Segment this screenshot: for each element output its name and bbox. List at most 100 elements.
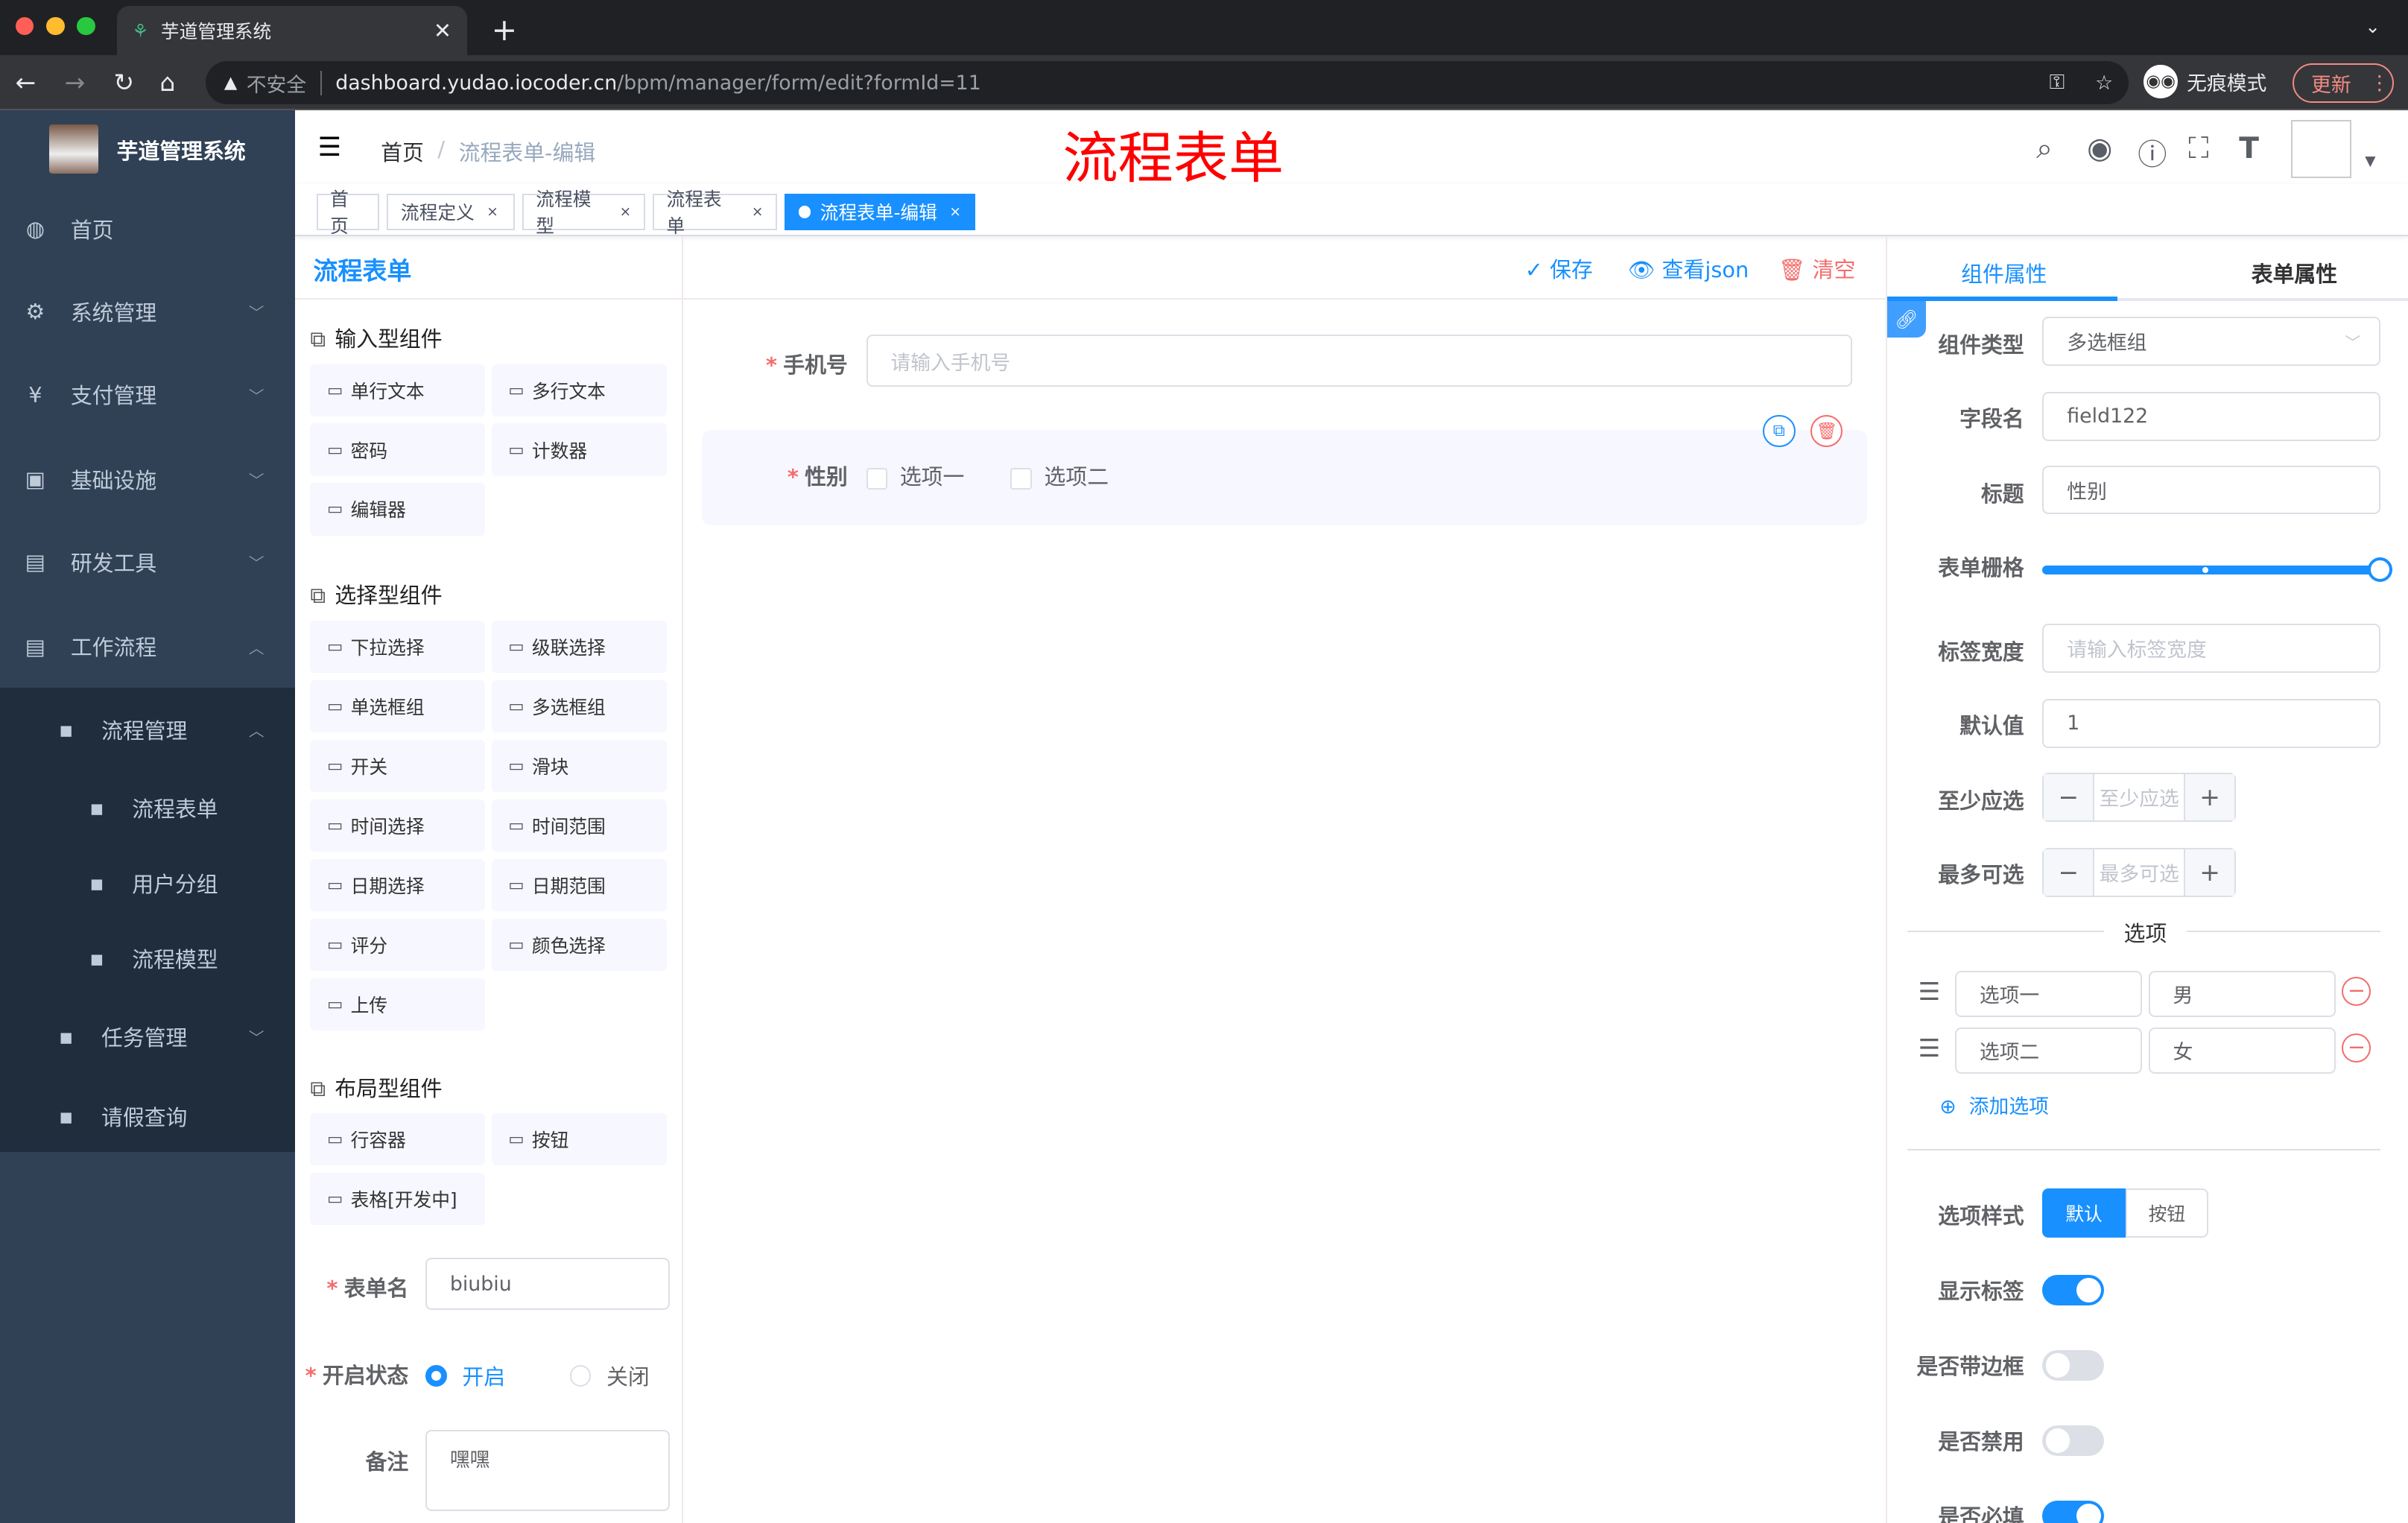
min-stepper[interactable]: − 至少应选 + xyxy=(2042,772,2237,822)
tag-流程模型[interactable]: 流程模型 × xyxy=(522,189,645,237)
component-item[interactable]: ▭ 颜色选择 xyxy=(491,918,667,971)
breadcrumb-home[interactable]: 首页 xyxy=(381,136,424,167)
search-icon[interactable]: ⌕ xyxy=(2036,132,2053,165)
increment-button[interactable]: + xyxy=(2185,849,2235,896)
update-button[interactable]: 更新 ⋮ xyxy=(2293,63,2395,104)
checkbox-option-2[interactable]: 选项二 xyxy=(1010,460,1109,491)
radio-open[interactable]: 开启 xyxy=(425,1361,505,1391)
sidebar-item[interactable]: ▪ 流程表单 xyxy=(0,767,295,849)
close-tab-icon[interactable]: ✕ xyxy=(434,18,452,43)
default-input[interactable]: 1 xyxy=(2042,698,2380,748)
browser-tab[interactable]: ⚘ 芋道管理系统 ✕ xyxy=(116,6,467,56)
forward-icon[interactable]: → xyxy=(65,68,86,97)
component-item[interactable]: ▭ 滑块 xyxy=(491,739,667,792)
decrement-button[interactable]: − xyxy=(2044,849,2094,896)
new-tab-button[interactable]: + xyxy=(492,12,518,48)
drag-handle-icon[interactable]: ☰ xyxy=(1918,977,1940,1006)
home-icon[interactable]: ⌂ xyxy=(159,68,175,97)
delete-icon[interactable]: 🗑︎ xyxy=(1810,414,1843,447)
decrement-button[interactable]: − xyxy=(2044,773,2094,820)
sidebar-item[interactable]: ▤ 研发工具 ﹀ xyxy=(0,521,295,604)
component-item[interactable]: ▭ 日期范围 xyxy=(491,858,667,911)
address-bar[interactable]: ▲ 不安全 dashboard.yudao.iocoder.cn/bpm/man… xyxy=(206,61,2129,105)
component-item[interactable]: ▭ 编辑器 xyxy=(310,483,486,536)
copy-icon[interactable]: ⧉ xyxy=(1763,414,1796,447)
component-item[interactable]: ▭ 时间范围 xyxy=(491,799,667,852)
toggle-switch[interactable] xyxy=(2042,1425,2104,1456)
field-input[interactable]: field122 xyxy=(2042,391,2380,441)
style-default-button[interactable]: 默认 xyxy=(2042,1188,2126,1238)
caret-down-icon[interactable]: ▼ xyxy=(2365,153,2375,169)
sidebar-item[interactable]: ▪ 请假查询 xyxy=(0,1075,295,1158)
tag-流程定义[interactable]: 流程定义 × xyxy=(387,193,515,231)
star-icon[interactable]: ☆ xyxy=(2095,72,2113,95)
component-item[interactable]: ▭ 上传 xyxy=(310,978,486,1030)
tag-流程表单-编辑[interactable]: 流程表单-编辑 × xyxy=(785,193,975,231)
user-avatar[interactable] xyxy=(2291,119,2351,179)
save-button[interactable]: ✓ 保存 xyxy=(1525,253,1593,284)
sidebar-item[interactable]: ▪ 用户分组 xyxy=(0,842,295,925)
sidebar-item[interactable]: ▪ 任务管理 ﹀ xyxy=(0,995,295,1078)
component-item[interactable]: ▭ 多选框组 xyxy=(491,680,667,732)
component-item[interactable]: ▭ 多行文本 xyxy=(491,364,667,417)
close-tag-icon[interactable]: × xyxy=(620,204,632,220)
maximize-window-button[interactable] xyxy=(77,16,95,36)
back-icon[interactable]: ← xyxy=(16,68,37,97)
max-stepper[interactable]: − 最多可选 + xyxy=(2042,847,2237,897)
option-label-input[interactable]: 选项二 xyxy=(1954,1027,2143,1074)
view-json-button[interactable]: 👁︎ 查看json xyxy=(1628,253,1749,284)
option-value-input[interactable]: 男 xyxy=(2148,970,2336,1017)
component-item[interactable]: ▭ 行容器 xyxy=(310,1113,486,1166)
component-item[interactable]: ▭ 时间选择 xyxy=(310,799,486,852)
sidebar-item[interactable]: ▤ 工作流程 ︿ xyxy=(0,605,295,688)
add-option-button[interactable]: ⊕ 添加选项 xyxy=(1939,1090,2049,1119)
title-input[interactable]: 性别 xyxy=(2042,465,2380,515)
minimize-window-button[interactable] xyxy=(45,16,65,36)
option-value-input[interactable]: 女 xyxy=(2148,1027,2336,1074)
tab-search-chevron-icon[interactable]: ⌄ xyxy=(2365,16,2380,37)
component-item[interactable]: ▭ 开关 xyxy=(310,739,486,792)
component-item[interactable]: ▭ 计数器 xyxy=(491,423,667,476)
incognito-indicator[interactable]: ◉◉ 无痕模式 xyxy=(2144,64,2266,98)
type-select[interactable]: 多选框组 ﹀ xyxy=(2042,316,2380,366)
tab-form-props[interactable]: 表单属性 xyxy=(2252,258,2337,288)
component-item[interactable]: ▭ 密码 xyxy=(310,423,486,476)
remark-textarea[interactable]: 嘿嘿 xyxy=(425,1429,670,1512)
toggle-switch[interactable] xyxy=(2042,1349,2104,1381)
close-tag-icon[interactable]: × xyxy=(752,204,764,220)
label-width-input[interactable]: 请输入标签宽度 xyxy=(2042,623,2380,673)
component-item[interactable]: ▭ 单行文本 xyxy=(310,364,486,417)
help-icon[interactable]: ⓘ xyxy=(2138,132,2167,174)
reload-icon[interactable]: ↻ xyxy=(114,68,135,97)
sidebar-item[interactable]: ◍ 首页 xyxy=(0,187,295,270)
toggle-switch[interactable] xyxy=(2042,1500,2104,1523)
component-item[interactable]: ▭ 表格[开发中] xyxy=(310,1173,486,1226)
font-size-icon[interactable]: T xyxy=(2239,132,2259,165)
sidebar-item[interactable]: ▪ 流程管理 ︿ xyxy=(0,688,295,770)
checkbox-option-1[interactable]: 选项一 xyxy=(866,460,964,491)
tag-首页[interactable]: 首页 xyxy=(316,189,380,237)
option-label-input[interactable]: 选项一 xyxy=(1954,970,2143,1017)
increment-button[interactable]: + xyxy=(2185,773,2235,820)
github-icon[interactable]: ◉ xyxy=(2087,132,2112,165)
fullscreen-icon[interactable]: ⛶ xyxy=(2188,132,2208,165)
sidebar-item[interactable]: ⚙ 系统管理 ﹀ xyxy=(0,270,295,353)
component-item[interactable]: ▭ 日期选择 xyxy=(310,858,486,911)
radio-close[interactable]: 关闭 xyxy=(569,1361,650,1391)
hamburger-icon[interactable]: ☰ xyxy=(318,132,341,162)
sidebar-item[interactable]: ▣ 基础设施 ﹀ xyxy=(0,437,295,520)
component-item[interactable]: ▭ 按钮 xyxy=(491,1113,667,1166)
tab-component-props[interactable]: 组件属性 xyxy=(1961,258,2047,288)
form-name-input[interactable]: biubiu xyxy=(425,1258,670,1311)
close-tag-icon[interactable]: × xyxy=(487,204,498,220)
component-item[interactable]: ▭ 评分 xyxy=(310,918,486,971)
sidebar-item[interactable]: ▪ 流程模型 xyxy=(0,917,295,1000)
tag-流程表单[interactable]: 流程表单 × xyxy=(653,189,777,237)
component-item[interactable]: ▭ 下拉选择 xyxy=(310,620,486,673)
toggle-switch[interactable] xyxy=(2042,1274,2104,1305)
drag-handle-icon[interactable]: ☰ xyxy=(1918,1033,1940,1063)
phone-input[interactable]: 请输入手机号 xyxy=(866,335,1852,387)
close-tag-icon[interactable]: × xyxy=(949,204,961,220)
key-icon[interactable]: ⚿ xyxy=(2050,71,2065,95)
style-button-button[interactable]: 按钮 xyxy=(2125,1188,2208,1238)
